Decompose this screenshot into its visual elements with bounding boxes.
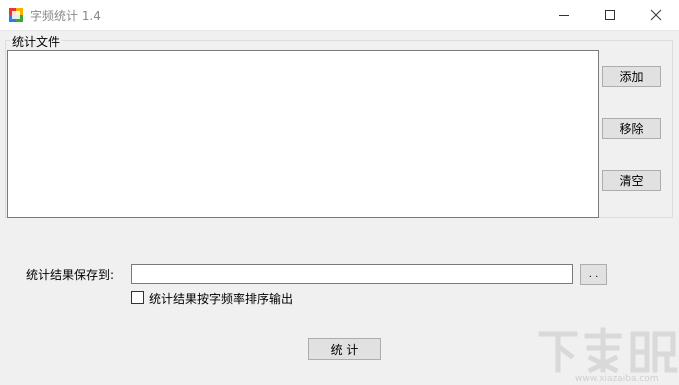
maximize-icon: [605, 10, 615, 20]
file-list[interactable]: [7, 50, 599, 218]
files-group-label: 统计文件: [10, 33, 63, 50]
title-bar: 字频统计 1.4: [0, 0, 679, 31]
remove-button[interactable]: 移除: [602, 118, 661, 139]
svg-text:www.xiazaiba.com: www.xiazaiba.com: [575, 374, 659, 384]
watermark-logo: www.xiazaiba.com: [538, 327, 678, 384]
close-icon: [650, 9, 662, 21]
maximize-button[interactable]: [587, 0, 633, 30]
run-stats-button[interactable]: 统 计: [308, 338, 381, 360]
save-path-input[interactable]: [131, 264, 573, 284]
sort-checkbox[interactable]: [131, 291, 144, 304]
save-to-label: 统计结果保存到:: [26, 268, 115, 282]
close-button[interactable]: [633, 0, 679, 30]
clear-button[interactable]: 清空: [602, 170, 661, 191]
browse-button[interactable]: . .: [580, 264, 607, 285]
app-icon: [9, 8, 23, 22]
minimize-icon: [559, 15, 569, 16]
minimize-button[interactable]: [541, 0, 587, 30]
window-title: 字频统计 1.4: [30, 9, 101, 23]
sort-checkbox-label[interactable]: 统计结果按字频率排序输出: [149, 290, 293, 307]
add-button[interactable]: 添加: [602, 66, 661, 87]
